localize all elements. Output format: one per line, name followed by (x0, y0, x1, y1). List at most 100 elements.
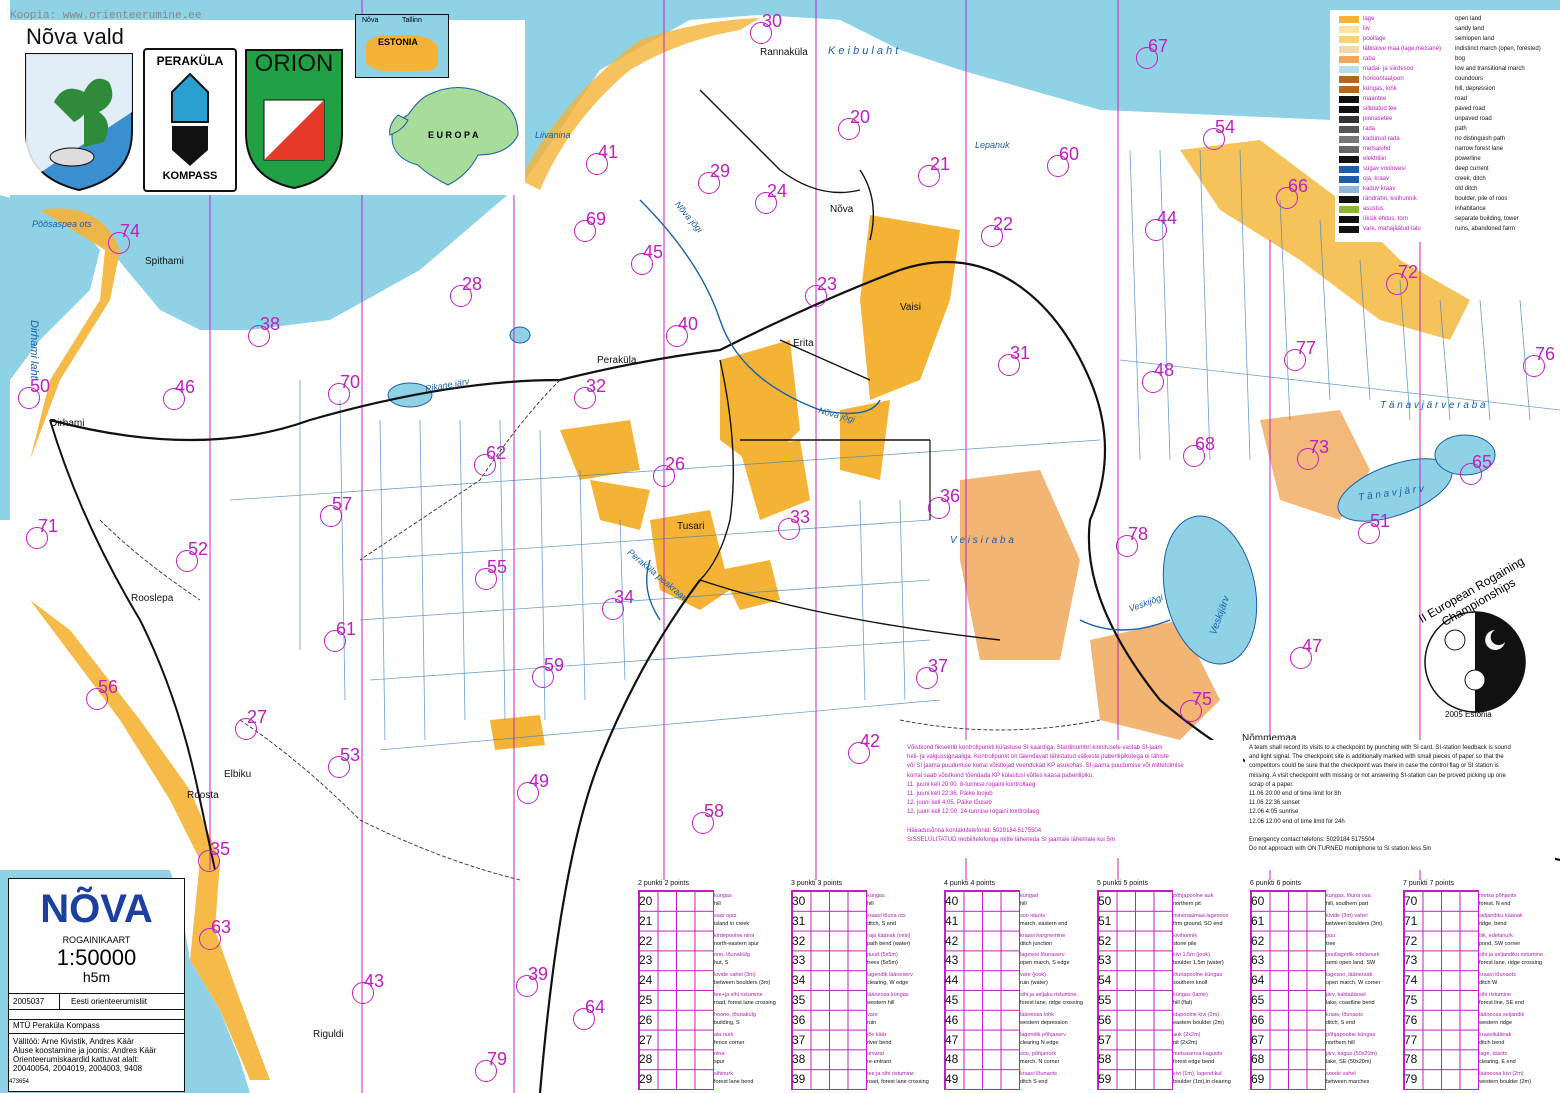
legend-label-et-3: läbiskive maa (lage,metsane) (1363, 46, 1442, 52)
federation: Eesti orienteerumisliit (71, 997, 148, 1006)
water-poosaspea: Põõsaspea ots (32, 219, 92, 229)
cd-number-48: 48 (945, 1052, 959, 1067)
cd-desc-en-64: open march, W corner (1326, 980, 1381, 987)
inset-europa-label: E U R O P A (428, 130, 479, 140)
cd-number-73: 73 (1404, 953, 1418, 968)
cd-desc-et-50: põhjapoolne auk (1173, 893, 1214, 899)
cd-number-25: 25 (639, 993, 653, 1007)
checkpoint-label-21: 21 (930, 154, 951, 174)
legend-swatch-10 (1339, 116, 1359, 123)
map-subtitle: ROGAINIKAART (62, 935, 131, 945)
cd-desc-et-63: poollagedik edelanurk (1326, 952, 1380, 959)
cd-number-23: 23 (639, 953, 653, 968)
cd-number-51: 51 (1098, 913, 1112, 928)
water-veisi-raba: V e i s i r a b a (950, 535, 1014, 546)
cd-desc-en-51: firm ground, SO end (1173, 920, 1223, 927)
cd-number-70: 70 (1404, 894, 1418, 908)
notes-et-line-5: 11. juuni kell 22:36. Päike loojub (907, 791, 993, 797)
cd-desc-et-21: saar ojas (714, 912, 737, 919)
checkpoint-label-65: 65 (1472, 452, 1493, 472)
cd-number-63: 63 (1251, 953, 1265, 968)
checkpoint-label-44: 44 (1157, 208, 1178, 228)
nova-coat-of-arms (25, 53, 133, 192)
legend-label-et-1: liiv (1363, 26, 1370, 32)
notes-en-line-8: 12.06 12:00 end of time limit for 24h (1249, 818, 1345, 825)
cd-desc-et-65: järv, kaldaäärsel (1326, 992, 1366, 998)
cd-desc-et-78: lage, idaots (1479, 1051, 1508, 1058)
cd-number-53: 53 (1098, 953, 1112, 968)
cd-desc-et-79: lääneosa kivi (2m) (1479, 1071, 1524, 1078)
checkpoint-label-57: 57 (332, 494, 353, 514)
cd-desc-et-73: sihi ja seljandiku ristumine (1479, 952, 1543, 959)
cd-number-26: 26 (639, 1012, 653, 1027)
cd-desc-et-33: puud (5x5m) (867, 952, 898, 959)
cd-desc-en-37: river bend (867, 1039, 892, 1046)
cd-number-46: 46 (945, 1012, 959, 1027)
place-dirhami: Dirhami (50, 418, 85, 429)
club-name: MTÜ Peraküla Kompass (13, 1021, 100, 1030)
notes-et-line-4: 11. juuni kell 20:00. 8-tunnise rogaini … (907, 781, 1036, 788)
cd-desc-et-48: soo, põhjanurk (1020, 1051, 1057, 1058)
cd-desc-et-20: küngas (714, 893, 732, 899)
cd-desc-en-68: lake, SE (50x20m) (1326, 1059, 1372, 1066)
cd-desc-et-24: kivide vahel (3m) (714, 972, 756, 979)
cd-desc-et-39: tee ja sihi ristumine (867, 1071, 915, 1078)
legend-label-et-9: sillutatud tee (1363, 106, 1397, 112)
cd-desc-et-47: lagendik põhjaserv (1020, 1031, 1066, 1038)
cd-desc-et-38: orvand (867, 1051, 884, 1058)
legend-label-en-20: separate building, tower (1455, 216, 1519, 222)
notes-en-line-7: 12.06 4:05 sunrise (1249, 809, 1299, 816)
cd-number-42: 42 (945, 933, 959, 948)
legend-swatch-17 (1339, 186, 1359, 193)
checkpoint-label-32: 32 (586, 376, 607, 396)
legend-label-et-21: vare, mahajäätud talu (1363, 226, 1421, 232)
cd-number-64: 64 (1251, 973, 1265, 988)
notes-en-line-2: competitors could be sure that the check… (1249, 763, 1499, 770)
checkpoint-label-52: 52 (188, 539, 209, 559)
cd-desc-en-32: path bend (water) (867, 940, 911, 947)
legend-label-en-6: coundours (1455, 76, 1484, 82)
notes-et-line-7: 12. juuni kell 12:00. 24-tunnise rogaini… (907, 809, 1040, 816)
cd-desc-en-60: hill, southern part (1326, 901, 1369, 907)
legend-label-et-2: poollage (1363, 36, 1386, 42)
legend-label-et-14: elektriliin (1363, 156, 1387, 162)
serial: 473654 (9, 1079, 30, 1085)
checkpoint-label-75: 75 (1192, 689, 1213, 709)
checkpoint-label-62: 62 (486, 443, 507, 463)
event-logo: II European Rogaining Championships 2005… (1400, 554, 1550, 730)
cd-number-78: 78 (1404, 1052, 1418, 1067)
notes-en-line-1: and light signal. The checkpoint site is… (1249, 754, 1504, 761)
cd-number-30: 30 (792, 894, 806, 908)
checkpoint-label-43: 43 (364, 971, 385, 991)
legend-label-et-20: üksik ehitus, torn (1363, 216, 1409, 222)
notes-et-line-3: korral saab võistkond tõendada KP külast… (907, 772, 1094, 779)
cd-desc-en-47: clearing N edge (1020, 1039, 1059, 1046)
legend-label-en-1: sandy land (1455, 26, 1485, 32)
checkpoint-label-76: 76 (1535, 344, 1556, 364)
legend-label-en-2: semiopen land (1455, 36, 1495, 42)
legend-label-en-21: ruins, abandoned farm (1455, 226, 1516, 232)
cd-desc-en-43: open march, S edge (1020, 960, 1070, 967)
cd-desc-en-57: pit (2x2m) (1173, 1039, 1198, 1046)
cd-number-35: 35 (792, 993, 806, 1007)
cd-group-title-4: 6 punkti 6 points (1250, 880, 1301, 887)
orion-logo-text: ORION (254, 50, 334, 77)
notes-en-line-4: scrap of a paper. (1249, 781, 1294, 788)
checkpoint-label-38: 38 (260, 314, 281, 334)
legend-label-en-11: path (1455, 126, 1467, 132)
notes-en-line-6: 11.06 22:36 sunset (1249, 800, 1300, 807)
legend-swatch-11 (1339, 126, 1359, 133)
cd-desc-en-36: ruin (867, 1019, 877, 1026)
legend-swatch-2 (1339, 36, 1359, 43)
cd-number-47: 47 (945, 1032, 959, 1047)
place-rannakula: Rannaküla (760, 47, 808, 58)
legend-label-et-10: pinnasetee (1363, 116, 1393, 122)
checkpoint-label-47: 47 (1302, 636, 1323, 656)
cd-desc-en-56: eastern boulder (2m) (1173, 1019, 1225, 1026)
water-lepanuk: Lepanuk (975, 140, 1010, 150)
legend-swatch-5 (1339, 66, 1359, 73)
cd-desc-et-46: lääneosa lohk (1020, 1011, 1054, 1018)
checkpoint-label-55: 55 (487, 557, 508, 577)
cd-desc-en-42: ditch junction (1020, 940, 1053, 947)
notes-en-line-3: missing. A visit checkpoint with missing… (1249, 772, 1506, 779)
